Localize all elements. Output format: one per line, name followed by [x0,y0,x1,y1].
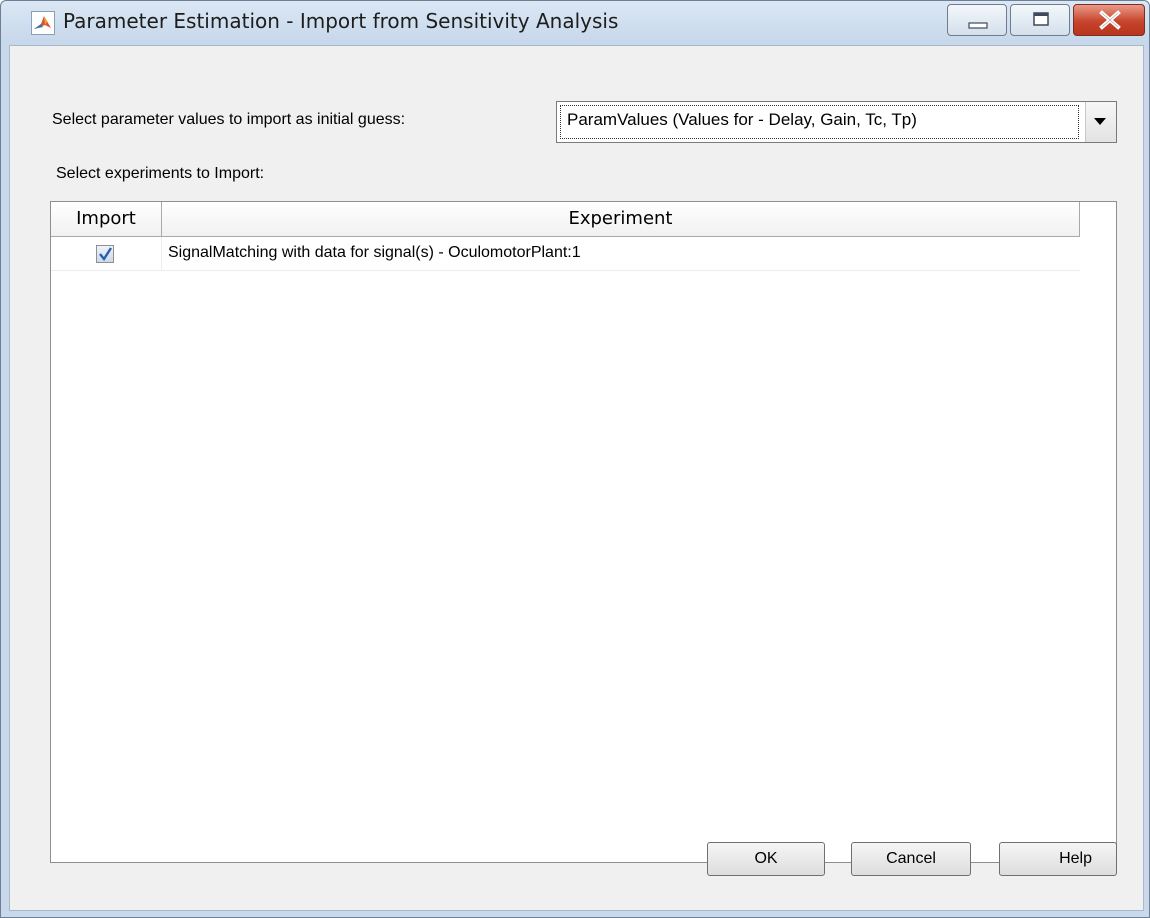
close-button[interactable] [1073,4,1145,36]
dialog-window: Parameter Estimation - Import from Sensi… [0,0,1150,918]
maximize-button[interactable] [1010,4,1070,36]
ok-button[interactable]: OK [707,842,825,876]
checkmark-icon [99,247,112,262]
minimize-button[interactable] [947,4,1007,36]
column-header-import[interactable]: Import [51,202,162,237]
title-bar[interactable]: Parameter Estimation - Import from Sensi… [1,1,1149,45]
experiment-cell: SignalMatching with data for signal(s) -… [168,244,581,261]
dropdown-selected-value: ParamValues (Values for - Delay, Gain, T… [567,110,917,129]
param-values-dropdown[interactable]: ParamValues (Values for - Delay, Gain, T… [556,101,1117,143]
experiments-table: Import Experiment SignalMatching with da… [50,201,1117,863]
column-header-experiment[interactable]: Experiment [162,202,1080,237]
chevron-down-icon [1094,118,1106,125]
matlab-icon [31,11,55,35]
import-cell [51,237,162,271]
experiments-label: Select experiments to Import: [56,165,265,182]
window-title: Parameter Estimation - Import from Sensi… [63,9,619,33]
dialog-body: Select parameter values to import as ini… [9,45,1144,911]
minimize-icon [968,22,988,29]
maximize-icon [1033,12,1049,26]
import-checkbox[interactable] [96,245,114,263]
cancel-button[interactable]: Cancel [851,842,971,876]
close-icon [1099,10,1121,30]
help-button[interactable]: Help [999,842,1117,876]
dropdown-arrow-button[interactable] [1085,102,1116,142]
table-row[interactable]: SignalMatching with data for signal(s) -… [51,237,1080,271]
param-select-label: Select parameter values to import as ini… [52,111,406,128]
